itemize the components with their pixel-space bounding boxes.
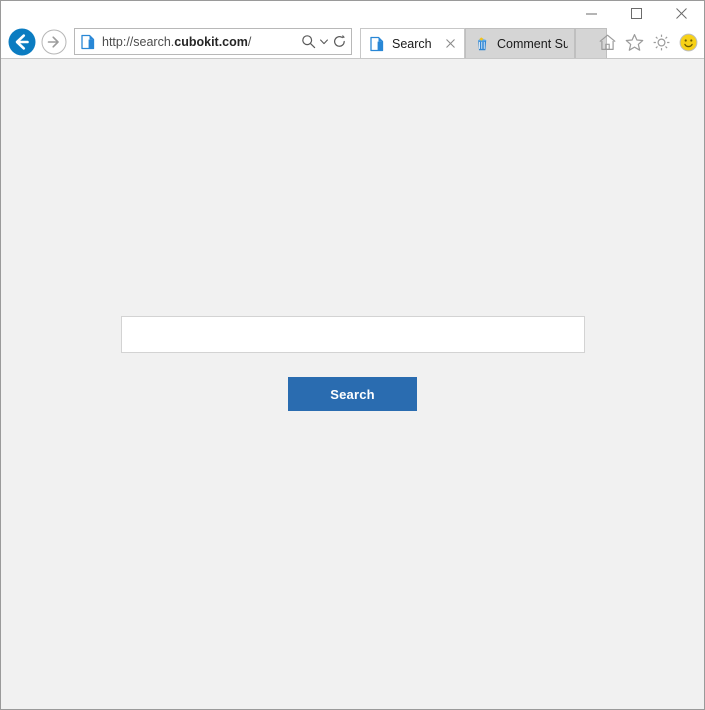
tab-label: Search — [392, 36, 432, 51]
smiley-face-icon[interactable] — [676, 29, 700, 55]
toolbar-icons — [595, 26, 700, 58]
url-text: http://search.cubokit.com/ — [102, 34, 300, 50]
address-bar[interactable]: http://search.cubokit.com/ — [74, 28, 352, 55]
maximize-button[interactable] — [614, 1, 659, 26]
url-scheme: http://search. — [102, 34, 175, 49]
trash-bin-icon — [474, 36, 490, 52]
tab-comment-su[interactable]: Comment Su... — [465, 28, 575, 58]
chevron-down-icon[interactable] — [318, 32, 329, 52]
favorites-star-icon[interactable] — [622, 29, 646, 55]
minimize-button[interactable] — [569, 1, 614, 26]
search-icon[interactable] — [300, 32, 316, 52]
tab-strip: Search Comment Su... — [360, 26, 607, 58]
home-icon[interactable] — [595, 29, 619, 55]
title-bar — [1, 1, 704, 26]
browser-window: http://search.cubokit.com/ Search Commen… — [0, 0, 705, 710]
page-icon — [80, 34, 96, 50]
window-controls — [569, 1, 704, 26]
tab-label: Comment Su... — [497, 36, 568, 51]
search-button[interactable]: Search — [288, 377, 417, 411]
tab-search[interactable]: Search — [360, 28, 465, 58]
browser-toolbar: http://search.cubokit.com/ Search Commen… — [1, 26, 704, 58]
refresh-icon[interactable] — [331, 32, 347, 52]
search-form: Search — [1, 316, 704, 411]
forward-button[interactable] — [39, 27, 69, 57]
page-icon — [369, 36, 385, 52]
back-button[interactable] — [7, 27, 37, 57]
navigation-buttons — [1, 26, 69, 58]
url-path: / — [247, 34, 252, 49]
address-bar-actions — [300, 32, 347, 52]
page-content: Search — [1, 59, 704, 709]
close-icon[interactable] — [442, 36, 458, 52]
gear-icon[interactable] — [649, 29, 673, 55]
url-host: cubokit.com — [174, 34, 248, 49]
search-input[interactable] — [120, 316, 585, 353]
close-button[interactable] — [659, 1, 704, 26]
